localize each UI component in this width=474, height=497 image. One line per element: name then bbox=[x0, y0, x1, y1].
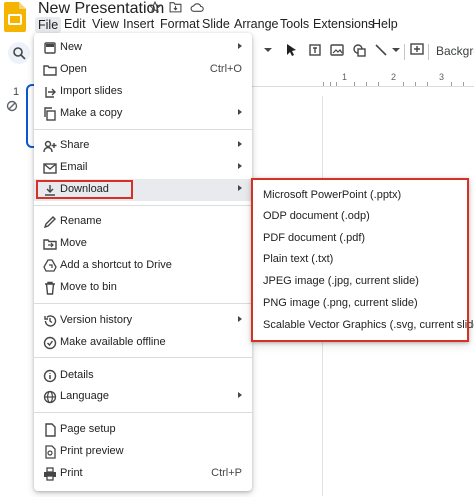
menu-item-print[interactable]: Print Ctrl+P bbox=[34, 463, 252, 485]
line-dropdown-icon[interactable] bbox=[392, 43, 400, 62]
email-icon bbox=[43, 161, 57, 175]
menu-item-language[interactable]: Language bbox=[34, 386, 252, 408]
menu-item-email[interactable]: Email bbox=[34, 157, 252, 179]
menu-divider bbox=[34, 205, 252, 206]
star-icon[interactable] bbox=[149, 1, 161, 13]
download-highlight-box bbox=[36, 180, 133, 199]
ruler-tick bbox=[463, 82, 464, 86]
menu-divider bbox=[34, 357, 252, 358]
rename-icon bbox=[43, 215, 57, 229]
ruler-label: 2 bbox=[391, 72, 397, 82]
menu-divider bbox=[34, 412, 252, 413]
ruler-tick bbox=[415, 82, 416, 86]
menu-item-details[interactable]: Details bbox=[34, 365, 252, 387]
background-button[interactable]: Backgro bbox=[436, 44, 474, 58]
submenu-arrow-icon bbox=[238, 141, 242, 147]
line-icon[interactable] bbox=[374, 43, 388, 62]
submenu-arrow-icon bbox=[238, 163, 242, 169]
page-setup-icon bbox=[43, 423, 57, 437]
document-title[interactable]: New Presentation bbox=[38, 0, 164, 18]
menu-slide[interactable]: Slide bbox=[202, 17, 230, 31]
menu-item-import-slides[interactable]: Import slides bbox=[34, 81, 252, 103]
menu-extensions[interactable]: Extensions bbox=[313, 17, 374, 31]
menu-arrange[interactable]: Arrange bbox=[234, 17, 278, 31]
info-icon bbox=[43, 369, 57, 383]
menu-file[interactable]: File bbox=[35, 17, 62, 33]
menu-format[interactable]: Format bbox=[160, 17, 200, 31]
import-icon bbox=[43, 85, 57, 99]
trash-icon bbox=[43, 281, 57, 295]
ruler-label: 3 bbox=[439, 72, 445, 82]
menu-edit[interactable]: Edit bbox=[64, 17, 86, 31]
slides-logo-icon[interactable] bbox=[4, 2, 28, 34]
ruler-tick bbox=[366, 82, 367, 86]
new-comment-icon[interactable] bbox=[410, 43, 424, 62]
move-icon bbox=[43, 237, 57, 251]
submenu-arrow-icon bbox=[238, 43, 242, 49]
slide-number: 1 bbox=[13, 86, 20, 98]
ruler-tick bbox=[403, 82, 404, 86]
menu-item-open[interactable]: Open Ctrl+O bbox=[34, 59, 252, 81]
menu-divider bbox=[34, 129, 252, 130]
menu-item-move[interactable]: Move bbox=[34, 233, 252, 255]
globe-icon bbox=[43, 390, 57, 404]
submenu-highlight-box bbox=[251, 178, 469, 342]
ruler-tick bbox=[336, 82, 337, 86]
ruler-tick bbox=[427, 82, 428, 86]
image-icon[interactable] bbox=[330, 43, 344, 62]
menu-insert[interactable]: Insert bbox=[123, 17, 154, 31]
toolbar-divider bbox=[428, 44, 429, 60]
menu-item-version-history[interactable]: Version history bbox=[34, 310, 252, 332]
menu-item-rename[interactable]: Rename bbox=[34, 211, 252, 233]
cloud-status-icon[interactable] bbox=[190, 1, 204, 13]
new-icon bbox=[43, 41, 57, 55]
chevron-down-icon[interactable] bbox=[264, 43, 272, 62]
ruler-tick bbox=[323, 82, 324, 86]
ruler-tick bbox=[378, 82, 379, 86]
ruler-tick bbox=[354, 82, 355, 86]
speaker-notes-icon bbox=[6, 99, 18, 117]
textbox-icon[interactable] bbox=[308, 43, 322, 62]
ruler-tick bbox=[330, 82, 331, 86]
shortcut-text: Ctrl+P bbox=[211, 467, 242, 479]
submenu-arrow-icon bbox=[238, 185, 242, 191]
copy-icon bbox=[43, 107, 57, 121]
submenu-arrow-icon bbox=[238, 109, 242, 115]
print-preview-icon bbox=[43, 445, 57, 459]
submenu-arrow-icon bbox=[238, 316, 242, 322]
menu-view[interactable]: View bbox=[92, 17, 119, 31]
menu-help[interactable]: Help bbox=[372, 17, 398, 31]
submenu-arrow-icon bbox=[238, 392, 242, 398]
search-menus-icon[interactable] bbox=[8, 42, 30, 64]
toolbar-divider bbox=[404, 44, 405, 60]
menu-divider bbox=[34, 303, 252, 304]
menu-item-add-shortcut[interactable]: Add a shortcut to Drive bbox=[34, 255, 252, 277]
menu-item-new[interactable]: New bbox=[34, 37, 252, 59]
menu-item-page-setup[interactable]: Page setup bbox=[34, 419, 252, 441]
shortcut-text: Ctrl+O bbox=[209, 63, 242, 75]
menu-tools[interactable]: Tools bbox=[280, 17, 309, 31]
offline-icon bbox=[43, 336, 57, 350]
ruler-tick bbox=[451, 82, 452, 86]
drive-shortcut-icon bbox=[43, 259, 57, 273]
menu-item-share[interactable]: Share bbox=[34, 135, 252, 157]
shape-icon[interactable] bbox=[352, 43, 366, 62]
menu-item-move-to-bin[interactable]: Move to bin bbox=[34, 277, 252, 299]
menu-item-make-available-offline[interactable]: Make available offline bbox=[34, 332, 252, 354]
horizontal-ruler: 1 2 3 bbox=[250, 72, 474, 87]
print-icon bbox=[43, 467, 57, 481]
share-icon bbox=[43, 139, 57, 153]
menu-item-print-preview[interactable]: Print preview bbox=[34, 441, 252, 463]
menu-item-make-a-copy[interactable]: Make a copy bbox=[34, 103, 252, 125]
folder-open-icon bbox=[43, 63, 57, 77]
select-cursor-icon[interactable] bbox=[286, 43, 298, 62]
file-menu: New Open Ctrl+O Import slides Make a cop… bbox=[34, 33, 252, 491]
ruler-label: 1 bbox=[342, 72, 348, 82]
history-icon bbox=[43, 314, 57, 328]
move-folder-icon[interactable] bbox=[169, 1, 182, 13]
